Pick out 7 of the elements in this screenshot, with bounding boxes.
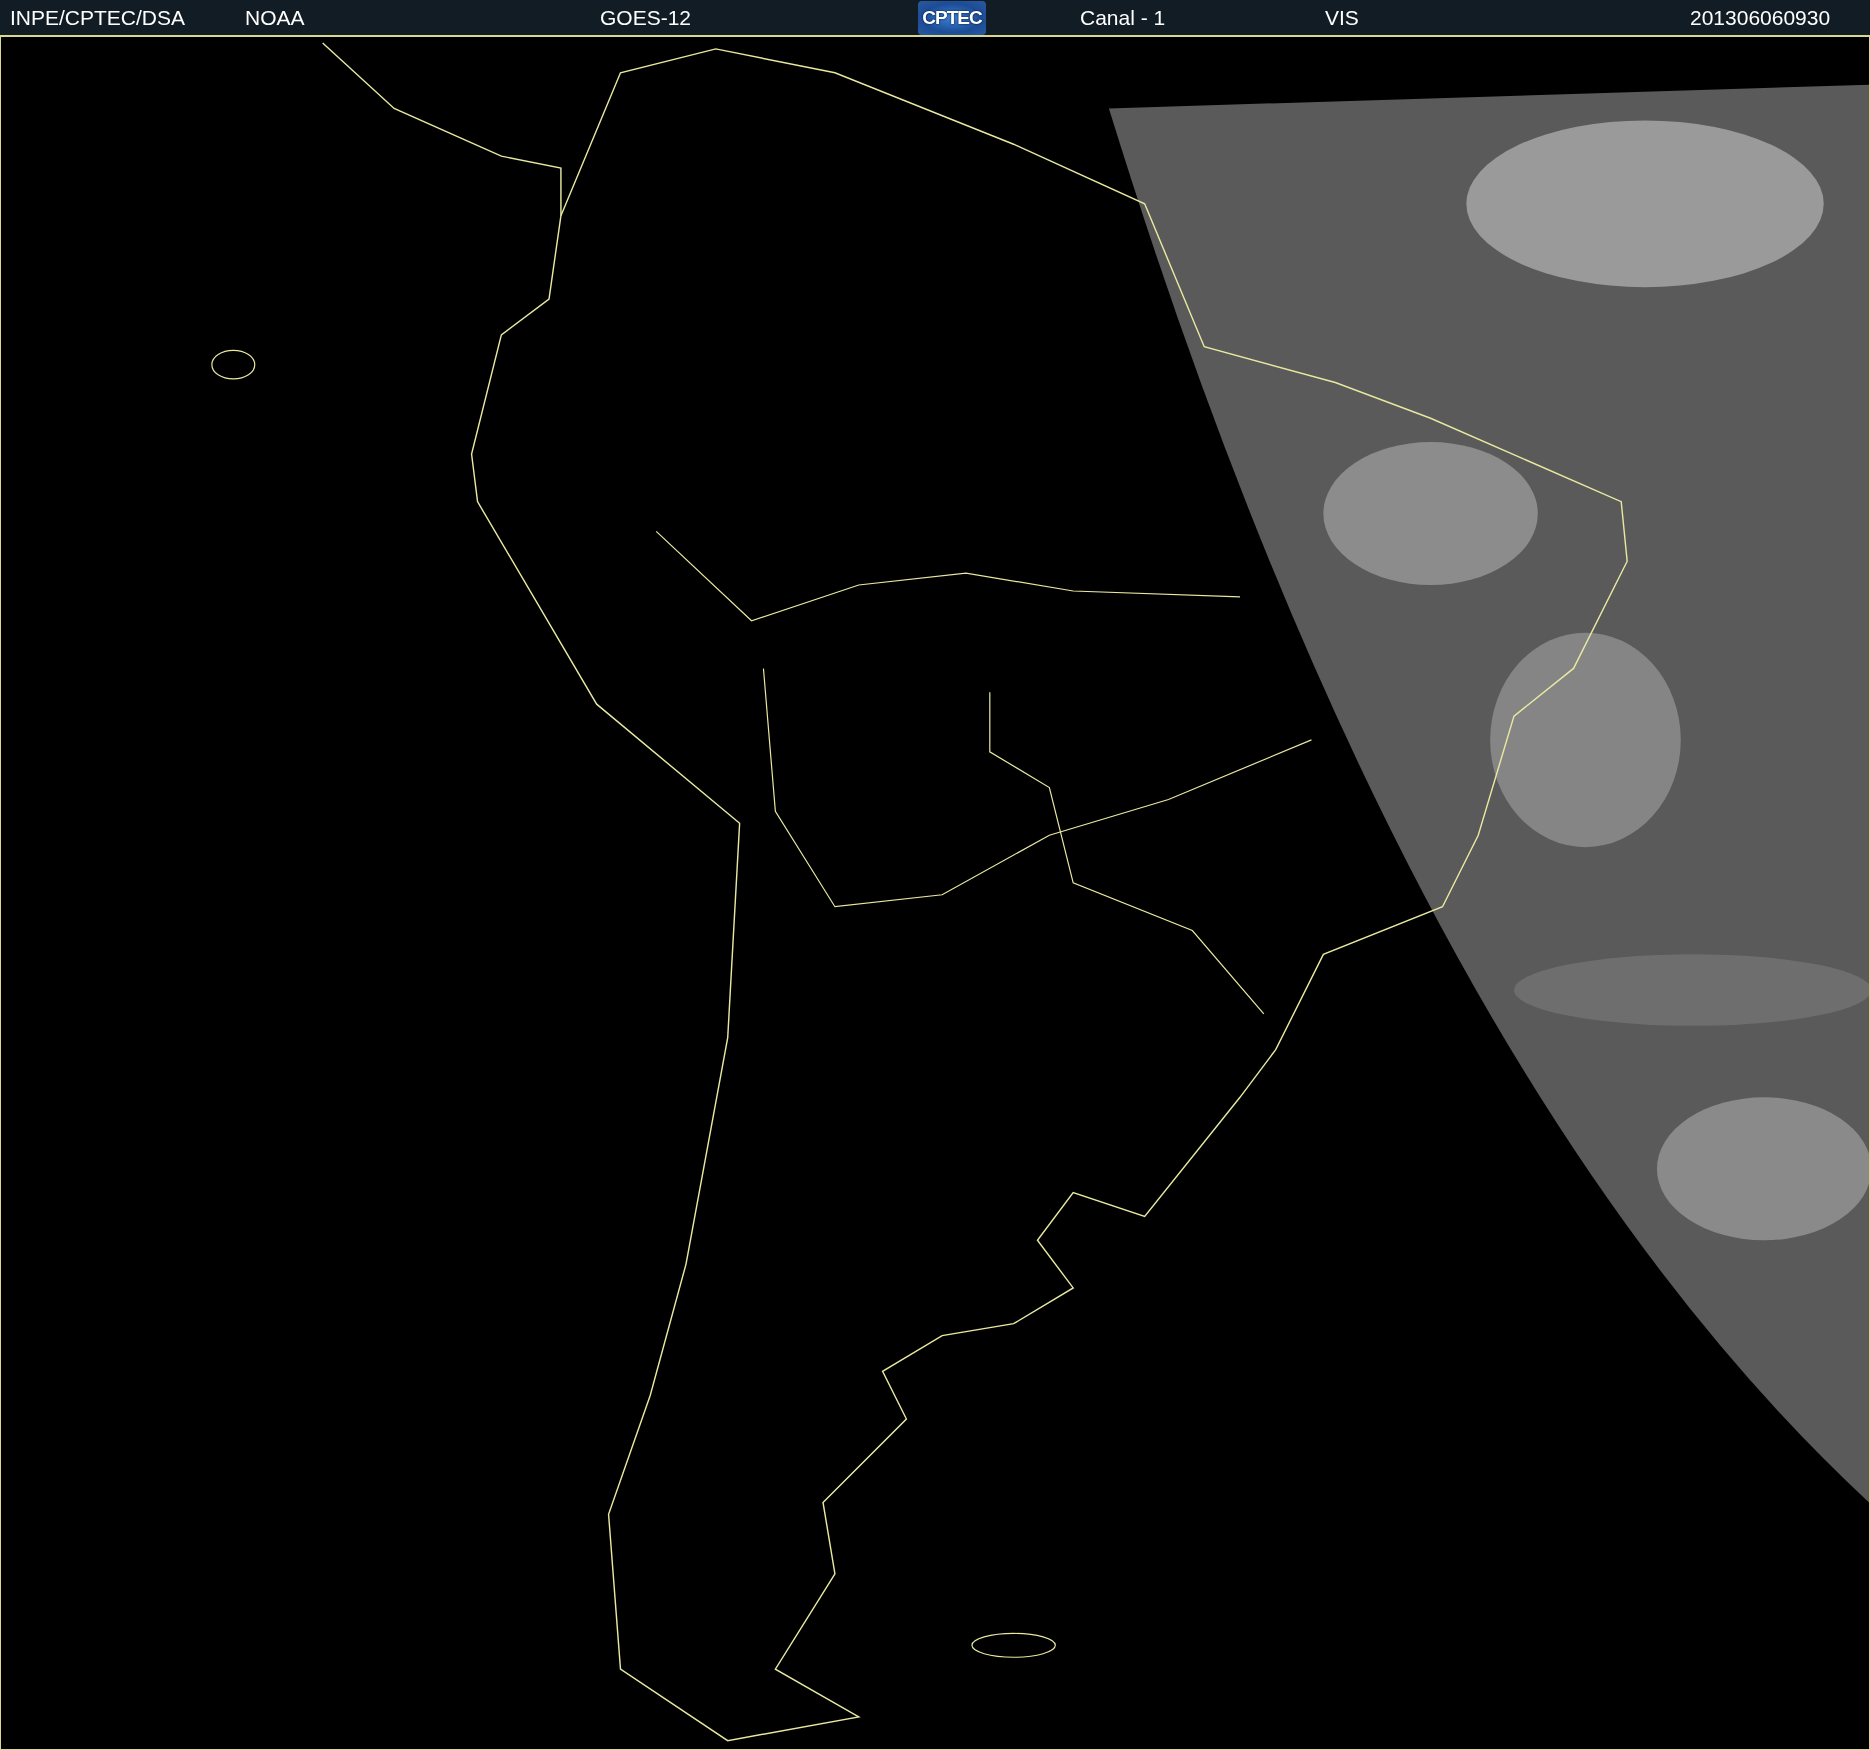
header-text: NOAA: [245, 5, 305, 30]
header-text: GOES-12: [600, 5, 692, 30]
logo: CPTEC: [918, 0, 986, 35]
header-text: Canal - 1: [1080, 5, 1166, 30]
header-text: VIS: [1325, 5, 1359, 30]
header-text: 201306060930: [1690, 5, 1831, 30]
header-text: INPE/CPTEC/DSA: [10, 5, 186, 30]
